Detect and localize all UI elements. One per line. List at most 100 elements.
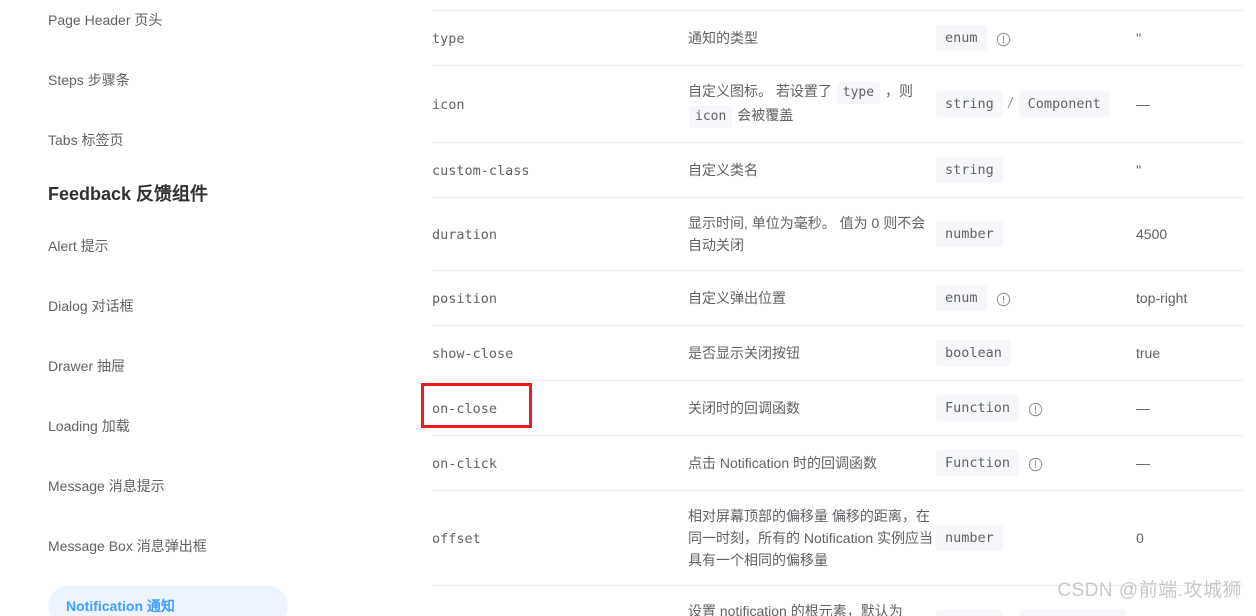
table-row: icon 自定义图标。 若设置了 type ，则 icon 会被覆盖 string /… xyxy=(432,65,1244,143)
info-circle-icon[interactable] xyxy=(1028,401,1043,416)
sidebar-item-label: Alert 提示 xyxy=(48,238,109,254)
sidebar-item-steps[interactable]: Steps 步骤条 xyxy=(0,60,420,100)
type-chip: HTMLElement xyxy=(1018,610,1127,616)
documentation-page: Page Header 页头 Steps 步骤条 Tabs 标签页 Feedback… xyxy=(0,0,1256,616)
attribute-name-cell: appendTo xyxy=(432,585,688,616)
attribute-name-cell: custom-class xyxy=(432,142,688,198)
attribute-name-cell: duration xyxy=(432,197,688,271)
attribute-description: 自定义弹出位置 xyxy=(688,290,786,306)
attribute-type-cell: enum xyxy=(936,270,1136,326)
attribute-description-cell: 显示时间, 单位为毫秒。 值为 0 则不会自动关闭 xyxy=(688,197,936,271)
table-row: position 自定义弹出位置 enum top-right xyxy=(432,270,1244,326)
description-text: 自定义图标。 若设置了 xyxy=(688,83,836,99)
sidebar-item-notification[interactable]: Notification 通知 xyxy=(48,586,288,616)
attribute-name: type xyxy=(432,30,465,47)
type-chip: string xyxy=(936,610,1003,616)
attribute-name-cell: type xyxy=(432,10,688,66)
attribute-description-cell: 关闭时的回调函数 xyxy=(688,380,936,436)
type-chip: string xyxy=(936,157,1003,183)
attribute-name: icon xyxy=(432,96,465,113)
description-text: 通知的类型 xyxy=(688,30,758,46)
sidebar-item-label: Loading 加载 xyxy=(48,418,130,434)
attribute-description-cell: 自定义弹出位置 xyxy=(688,270,936,326)
type-chip: enum xyxy=(936,25,987,51)
info-circle-icon[interactable] xyxy=(996,31,1011,46)
attribute-type-cell: boolean xyxy=(936,325,1136,381)
attribute-type-cell: boolean xyxy=(936,0,1136,11)
description-text: 是否显示关闭按钮 xyxy=(688,345,800,361)
attribute-name-cell: dangerouslyUseHTMLString xyxy=(432,0,688,11)
attribute-name: position xyxy=(432,290,498,307)
attribute-type-cell: Function xyxy=(936,380,1136,436)
sidebar-item-tabs[interactable]: Tabs 标签页 xyxy=(0,120,420,160)
attribute-default-cell: '' xyxy=(1136,10,1244,66)
sidebar-item-alert[interactable]: Alert 提示 xyxy=(0,226,420,266)
attribute-type-cell: number xyxy=(936,490,1136,586)
sidebar-item-message[interactable]: Message Box 消息弹出框 xyxy=(0,526,420,566)
type-chip: Component xyxy=(1018,91,1110,117)
description-text: 自定义弹出位置 xyxy=(688,290,786,306)
attribute-description: 相对屏幕顶部的偏移量 偏移的距离，在同一时刻，所有的 Notification … xyxy=(688,508,933,568)
sidebar-item-message[interactable]: Message 消息提示 xyxy=(0,466,420,506)
attribute-default-cell: — xyxy=(1136,435,1244,491)
attribute-name-cell: on-close xyxy=(432,380,688,436)
api-table-area: dangerouslyUseHTMLString处理booleanfalsety… xyxy=(420,0,1256,616)
attribute-description-cell: 通知的类型 xyxy=(688,10,936,66)
attribute-description: 是否显示关闭按钮 xyxy=(688,345,800,361)
attribute-description: 点击 Notification 时的回调函数 xyxy=(688,455,877,471)
info-circle-icon[interactable] xyxy=(1028,456,1043,471)
type-chip: enum xyxy=(936,285,987,311)
attribute-name-cell: position xyxy=(432,270,688,326)
type-separator: / xyxy=(1003,612,1019,616)
attribute-description: 设置 notification 的根元素，默认为 document.body xyxy=(688,603,903,616)
sidebar-nav-feedback: Alert 提示 Dialog 对话框 Drawer 抽屉 Loading 加载 Mes… xyxy=(0,226,420,616)
attribute-default-cell: true xyxy=(1136,325,1244,381)
attribute-name: show-close xyxy=(432,345,514,362)
sidebar-item-dialog[interactable]: Dialog 对话框 xyxy=(0,286,420,326)
attribute-default-value: '' xyxy=(1136,30,1142,46)
attribute-default-value: top-right xyxy=(1136,290,1188,306)
attribute-description: 通知的类型 xyxy=(688,30,758,46)
sidebar-item-drawer[interactable]: Drawer 抽屉 xyxy=(0,346,420,386)
description-text: 相对屏幕顶部的偏移量 偏移的距离，在同一时刻，所有的 Notification … xyxy=(688,508,934,568)
attribute-name: on-close xyxy=(432,400,498,417)
attributes-table-body: dangerouslyUseHTMLString处理booleanfalsety… xyxy=(432,0,1244,616)
attribute-default-value: — xyxy=(1136,96,1150,112)
attribute-name-cell: show-close xyxy=(432,325,688,381)
attribute-description-cell: 自定义类名 xyxy=(688,142,936,198)
attribute-default-value: — xyxy=(1136,400,1150,416)
type-chip: Function xyxy=(936,450,1020,476)
attribute-default-cell: '' xyxy=(1136,142,1244,198)
attribute-name-cell: offset xyxy=(432,490,688,586)
type-separator: / xyxy=(1006,96,1015,111)
table-row: type 通知的类型 enum '' xyxy=(432,10,1244,66)
sidebar-item-label: Notification 通知 xyxy=(66,598,175,614)
inline-code-chip: icon xyxy=(689,106,733,128)
attribute-type-cell: number xyxy=(936,197,1136,271)
sidebar-item-loading[interactable]: Loading 加载 xyxy=(0,406,420,446)
attribute-default-cell: — xyxy=(1136,65,1244,143)
sidebar-item-page[interactable]: Page Header 页头 xyxy=(0,0,420,40)
attribute-description-cell: 设置 notification 的根元素，默认为 document.body xyxy=(688,585,936,616)
description-text: 自定义类名 xyxy=(688,162,758,178)
sidebar-item-label: Message 消息提示 xyxy=(48,478,165,494)
description-text: ，则 xyxy=(881,83,913,99)
component-sidebar: Page Header 页头 Steps 步骤条 Tabs 标签页 Feedback… xyxy=(0,0,420,616)
sidebar-item-label: Dialog 对话框 xyxy=(48,298,134,314)
attribute-name: offset xyxy=(432,530,481,547)
attribute-name-cell: icon xyxy=(432,65,688,143)
attributes-table: dangerouslyUseHTMLString处理booleanfalsety… xyxy=(432,0,1244,616)
attribute-name: duration xyxy=(432,226,498,243)
attribute-description-cell: 处理 xyxy=(688,0,936,11)
type-chip: number xyxy=(936,221,1003,247)
table-row: dangerouslyUseHTMLString处理booleanfalse xyxy=(432,0,1244,11)
attribute-type-cell: string xyxy=(936,142,1136,198)
sidebar-item-label: Drawer 抽屉 xyxy=(48,358,126,374)
attribute-type-cell: enum xyxy=(936,10,1136,66)
table-row: on-click 点击 Notification 时的回调函数 Function — xyxy=(432,435,1244,491)
attribute-default-cell: false xyxy=(1136,0,1244,11)
type-chip: boolean xyxy=(936,340,1011,366)
info-circle-icon[interactable] xyxy=(996,291,1011,306)
sidebar-item-label: Steps 步骤条 xyxy=(48,72,130,88)
description-text: 设置 notification 的根元素，默认为 xyxy=(688,603,903,616)
